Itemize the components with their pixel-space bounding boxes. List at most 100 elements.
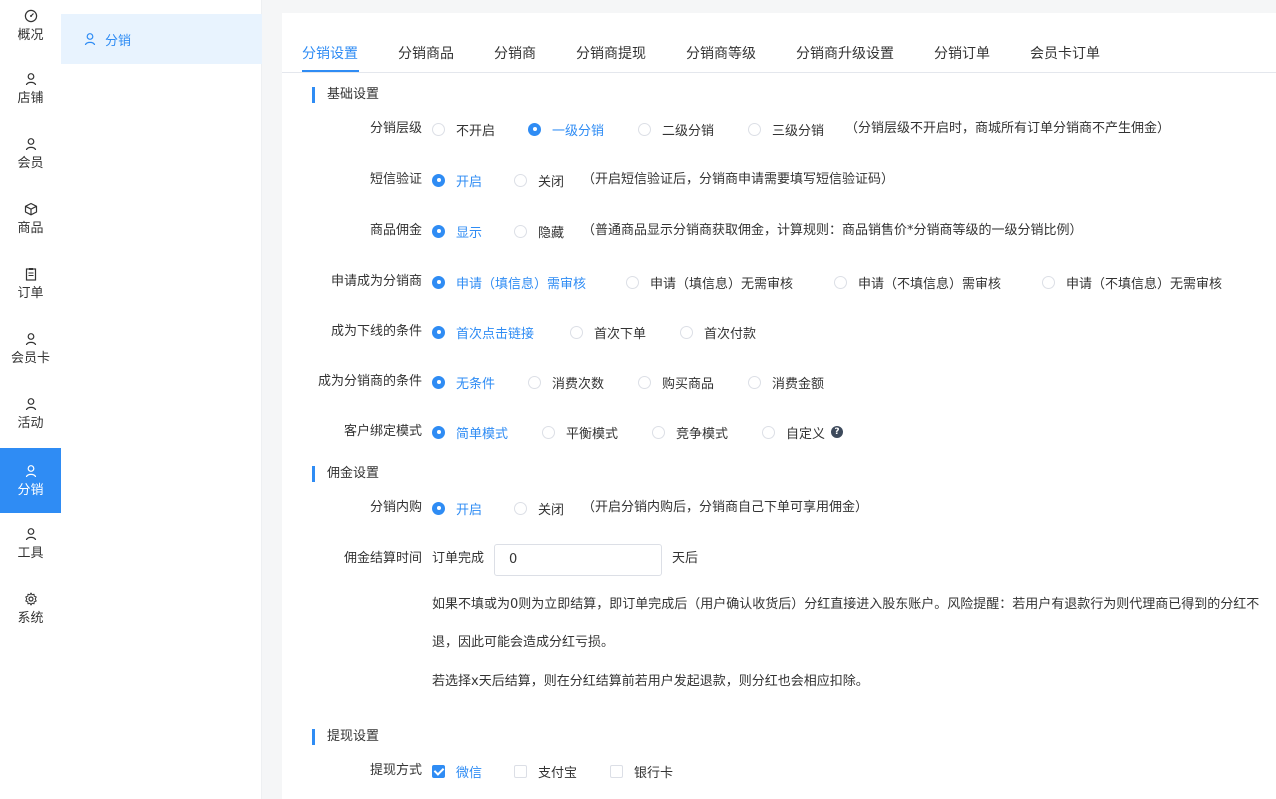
radio-apply-info-review[interactable]: 申请（填信息）需审核 (432, 272, 586, 292)
hint-inner-buy: （开启分销内购后，分销商自己下单可享用佣金） (582, 500, 869, 515)
field-label: 佣金结算时间 (343, 551, 422, 566)
nav-item-goods[interactable]: 商品 (0, 186, 61, 251)
form-row-settle: 佣金结算时间 订单完成 天后 (282, 549, 1276, 569)
hint-level: （分销层级不开启时，商城所有订单分销商不产生佣金） (845, 121, 1171, 136)
nav-label: 概况 (17, 27, 44, 43)
main-nav: 概况 店铺 会员 商品 订单 会员卡 活动 分销 工具 系统 (0, 0, 61, 799)
radio-apply-noinfo-noreview[interactable]: 申请（不填信息）无需审核 (1042, 272, 1222, 292)
tab-distributors[interactable]: 分销商 (494, 43, 536, 63)
nav-item-overview[interactable]: 概况 (0, 0, 61, 58)
settle-suffix: 天后 (672, 551, 699, 566)
field-label: 申请成为分销商 (330, 274, 422, 289)
tab-distribution-goods[interactable]: 分销商品 (398, 43, 454, 63)
settings-card: 分销设置 分销商品 分销商 分销商提现 分销商等级 分销商升级设置 分销订单 会… (282, 13, 1276, 799)
nav-label: 订单 (17, 285, 44, 301)
nav-item-distribution[interactable]: 分销 (0, 448, 61, 513)
radio-binding-compete[interactable]: 竞争模式 (652, 422, 728, 442)
form-row-withdraw-method: 提现方式 微信 支付宝 银行卡 (282, 761, 1276, 781)
tab-member-card-orders[interactable]: 会员卡订单 (1030, 43, 1100, 63)
settle-prefix: 订单完成 (432, 551, 485, 566)
radio-condition-none[interactable]: 无条件 (432, 372, 495, 392)
form-row-sms: 短信验证 开启 关闭 （开启短信验证后，分销商申请需要填写短信验证码） (282, 170, 1276, 190)
radio-level-two[interactable]: 二级分销 (638, 119, 714, 139)
radio-level-off[interactable]: 不开启 (432, 119, 495, 139)
nav-item-system[interactable]: 系统 (0, 576, 61, 641)
nav-label: 工具 (17, 545, 44, 561)
radio-level-one[interactable]: 一级分销 (528, 119, 604, 139)
user-icon (25, 332, 36, 345)
field-label: 分销层级 (369, 121, 422, 136)
radio-binding-custom[interactable]: 自定义? (762, 422, 844, 442)
radio-condition-amount[interactable]: 消费金额 (748, 372, 824, 392)
dashboard-icon (24, 9, 37, 22)
nav-label: 商品 (17, 220, 44, 236)
sub-menu-label: 分销 (105, 33, 132, 49)
nav-item-tools[interactable]: 工具 (0, 511, 61, 576)
section-title-commission: 佣金设置 (312, 466, 379, 482)
settle-days-input[interactable]: 0 (494, 544, 662, 576)
radio-condition-times[interactable]: 消费次数 (528, 372, 604, 392)
radio-commission-show[interactable]: 显示 (432, 221, 482, 241)
user-icon (25, 137, 36, 150)
form-row-goods-commission: 商品佣金 显示 隐藏 （普通商品显示分销商获取佣金，计算规则：商品销售价*分销商… (282, 221, 1276, 241)
field-label: 短信验证 (369, 172, 422, 187)
user-icon (25, 527, 36, 540)
nav-item-activity[interactable]: 活动 (0, 381, 61, 446)
radio-binding-balance[interactable]: 平衡模式 (542, 422, 618, 442)
field-label: 分销内购 (369, 500, 422, 515)
checkbox-withdraw-wechat[interactable]: 微信 (432, 761, 482, 781)
form-row-apply: 申请成为分销商 申请（填信息）需审核 申请（填信息）无需审核 申请（不填信息）需… (282, 272, 1276, 292)
tab-distribution-orders[interactable]: 分销订单 (934, 43, 990, 63)
nav-item-order[interactable]: 订单 (0, 251, 61, 316)
sub-menu-item-distribution[interactable]: 分销 (61, 14, 262, 64)
sub-menu: 分销 (61, 0, 262, 799)
checkbox-withdraw-bankcard[interactable]: 银行卡 (610, 761, 673, 781)
radio-downline-pay[interactable]: 首次付款 (680, 322, 756, 342)
user-icon (84, 33, 96, 46)
nav-label: 活动 (17, 415, 44, 431)
gear-icon (24, 592, 37, 605)
nav-label: 会员卡 (10, 350, 50, 366)
radio-sms-on[interactable]: 开启 (432, 170, 482, 190)
nav-item-member[interactable]: 会员 (0, 121, 61, 186)
tab-levels[interactable]: 分销商等级 (686, 43, 756, 63)
tab-upgrade-settings[interactable]: 分销商升级设置 (796, 43, 894, 63)
form-row-level: 分销层级 不开启 一级分销 二级分销 三级分销 （分销层级不开启时，商城所有订单… (282, 119, 1276, 139)
radio-inner-buy-on[interactable]: 开启 (432, 498, 482, 518)
radio-downline-order[interactable]: 首次下单 (570, 322, 646, 342)
user-icon (25, 464, 36, 477)
radio-level-three[interactable]: 三级分销 (748, 119, 824, 139)
settle-note-risk: 如果不填或为0则为立即结算，即订单完成后（用户确认收货后）分红直接进入股东账户。… (432, 597, 1260, 650)
radio-inner-buy-off[interactable]: 关闭 (514, 498, 564, 518)
hint-sms: （开启短信验证后，分销商申请需要填写短信验证码） (582, 172, 895, 187)
user-icon (25, 72, 36, 85)
form-row-downline: 成为下线的条件 首次点击链接 首次下单 首次付款 (282, 322, 1276, 342)
nav-label: 系统 (17, 610, 44, 626)
radio-apply-info-noreview[interactable]: 申请（填信息）无需审核 (626, 272, 793, 292)
tab-distribution-settings[interactable]: 分销设置 (302, 43, 358, 63)
checkbox-withdraw-alipay[interactable]: 支付宝 (514, 761, 577, 781)
tab-withdrawals[interactable]: 分销商提现 (576, 43, 646, 63)
field-label: 成为下线的条件 (330, 324, 422, 339)
section-title-withdraw: 提现设置 (312, 729, 379, 745)
form-row-condition: 成为分销商的条件 无条件 消费次数 购买商品 消费金额 (282, 372, 1276, 392)
form-row-binding: 客户绑定模式 简单模式 平衡模式 竞争模式 自定义? (282, 422, 1276, 442)
nav-label: 分销 (17, 482, 44, 498)
radio-downline-click[interactable]: 首次点击链接 (432, 322, 534, 342)
nav-item-member-card[interactable]: 会员卡 (0, 316, 61, 381)
clipboard-icon (25, 267, 36, 281)
nav-item-shop[interactable]: 店铺 (0, 56, 61, 121)
radio-apply-noinfo-review[interactable]: 申请（不填信息）需审核 (834, 272, 1001, 292)
radio-commission-hide[interactable]: 隐藏 (514, 221, 564, 241)
radio-condition-goods[interactable]: 购买商品 (638, 372, 714, 392)
radio-sms-off[interactable]: 关闭 (514, 170, 564, 190)
radio-binding-simple[interactable]: 简单模式 (432, 422, 508, 442)
box-icon (24, 202, 37, 215)
field-label: 提现方式 (369, 763, 422, 778)
form-row-inner-buy: 分销内购 开启 关闭 （开启分销内购后，分销商自己下单可享用佣金） (282, 498, 1276, 518)
user-icon (25, 397, 36, 410)
nav-label: 店铺 (17, 90, 44, 106)
section-title-basic: 基础设置 (312, 87, 379, 103)
question-icon[interactable]: ? (831, 426, 844, 438)
active-tab-indicator (302, 70, 359, 72)
